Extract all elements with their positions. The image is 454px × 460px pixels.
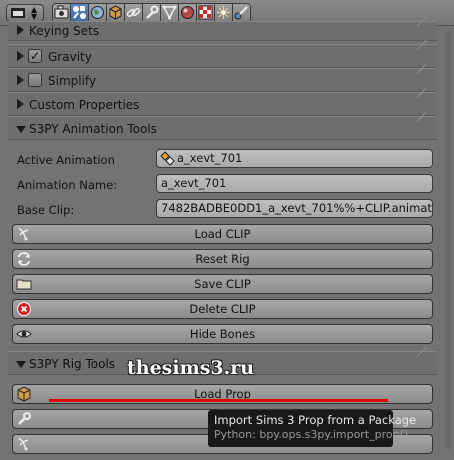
panel-gravity[interactable]: ✓ Gravity [8, 44, 437, 68]
tab-texture[interactable] [196, 3, 215, 23]
active-animation-value: a_xevt_701 [177, 151, 243, 165]
tooltip: Import Sims 3 Prop from a Package Python… [208, 410, 417, 447]
mesh-data-icon [162, 5, 177, 20]
armature-icon [18, 437, 29, 451]
active-animation-field[interactable]: a_xevt_701 [156, 149, 433, 168]
disclosure-triangle-open-icon [16, 126, 26, 133]
panel-keying-sets[interactable]: Keying Sets [8, 21, 437, 41]
tab-constraints[interactable] [124, 3, 143, 23]
hide-bones-button[interactable]: Hide Bones [12, 324, 433, 344]
disclosure-triangle-icon [17, 51, 24, 61]
drag-grip-icon[interactable] [417, 49, 431, 63]
render-icon [54, 5, 69, 19]
scene-icon [73, 6, 86, 19]
tooltip-python: Python: bpy.ops.s3py.import_prop() [214, 428, 409, 441]
base-clip-label: Base Clip: [17, 203, 75, 217]
scrollbar[interactable] [446, 30, 451, 450]
tab-particles[interactable] [214, 3, 233, 23]
tab-render[interactable] [52, 3, 71, 23]
base-clip-input[interactable]: 7482BADBE0DD1_a_xevt_701%%+CLIP.animatio… [156, 199, 433, 218]
tooltip-title: Import Sims 3 Prop from a Package [214, 413, 417, 427]
save-clip-button[interactable]: Save CLIP [12, 274, 433, 294]
drag-grip-icon[interactable] [417, 97, 431, 111]
drag-grip-icon[interactable] [417, 73, 431, 87]
panel-title: S3PY Animation Tools [29, 122, 157, 136]
button-label: Reset Rig [195, 252, 250, 266]
button-label: Delete CLIP [189, 302, 256, 316]
simplify-checkbox[interactable] [28, 73, 42, 87]
gravity-checkbox[interactable]: ✓ [28, 49, 42, 63]
eye-icon [16, 330, 32, 338]
disclosure-triangle-icon [17, 99, 24, 109]
tab-physics[interactable] [232, 3, 251, 23]
panel-s3py-animation-tools[interactable]: S3PY Animation Tools [8, 116, 437, 140]
tab-object[interactable] [106, 3, 125, 23]
drag-grip-icon[interactable] [417, 356, 431, 370]
load-clip-button[interactable]: Load CLIP [12, 224, 433, 244]
disclosure-triangle-icon [17, 25, 24, 35]
panel-title: S3PY Rig Tools [29, 357, 116, 371]
material-icon [181, 6, 194, 19]
editor-type-selector[interactable]: ▲ ▼ [6, 4, 44, 22]
panel-title: Custom Properties [29, 98, 140, 112]
disclosure-triangle-open-icon [16, 361, 26, 368]
reset-rig-button[interactable]: Reset Rig [12, 249, 433, 269]
texture-icon [198, 5, 213, 20]
button-label: Save CLIP [194, 277, 251, 291]
wrench-icon [18, 412, 31, 425]
particles-icon [217, 6, 230, 19]
delete-clip-button[interactable]: Delete CLIP [12, 299, 433, 319]
panel-title: Gravity [48, 50, 92, 64]
context-tabs [52, 3, 251, 23]
panel-simplify[interactable]: Simplify [8, 68, 437, 92]
panel-title: Simplify [48, 74, 97, 88]
disclosure-triangle-icon [17, 75, 24, 85]
modifier-wrench-icon [146, 5, 159, 19]
annotation-underline [49, 399, 388, 402]
drag-grip-icon[interactable] [417, 121, 431, 135]
panel-title: Keying Sets [29, 24, 100, 38]
properties-editor-icon [11, 8, 25, 18]
folder-icon [16, 279, 32, 290]
button-label: Load CLIP [194, 227, 251, 241]
drag-grip-icon[interactable] [417, 26, 431, 40]
action-keyframe-icon [160, 151, 175, 166]
delete-x-icon [17, 302, 31, 316]
animation-name-label: Animation Name: [17, 178, 118, 192]
animation-name-input[interactable]: a_xevt_701 [156, 174, 433, 193]
tab-material[interactable] [178, 3, 197, 23]
tab-modifiers[interactable] [142, 3, 161, 23]
reset-loop-icon [18, 252, 30, 266]
world-icon [91, 6, 104, 19]
physics-icon [234, 6, 248, 20]
panel-custom-properties[interactable]: Custom Properties [8, 92, 437, 116]
chevron-updown-icon: ▲ ▼ [31, 5, 38, 21]
armature-import-icon [18, 227, 29, 241]
constraint-icon [126, 7, 141, 18]
button-label: Hide Bones [189, 327, 256, 341]
object-cube-icon [17, 386, 31, 402]
watermark: thesims3.ru [127, 357, 255, 379]
tab-data[interactable] [160, 3, 179, 23]
tab-scene[interactable] [70, 3, 89, 23]
object-icon [109, 5, 122, 20]
active-animation-label: Active Animation [17, 153, 115, 167]
tab-world[interactable] [88, 3, 107, 23]
